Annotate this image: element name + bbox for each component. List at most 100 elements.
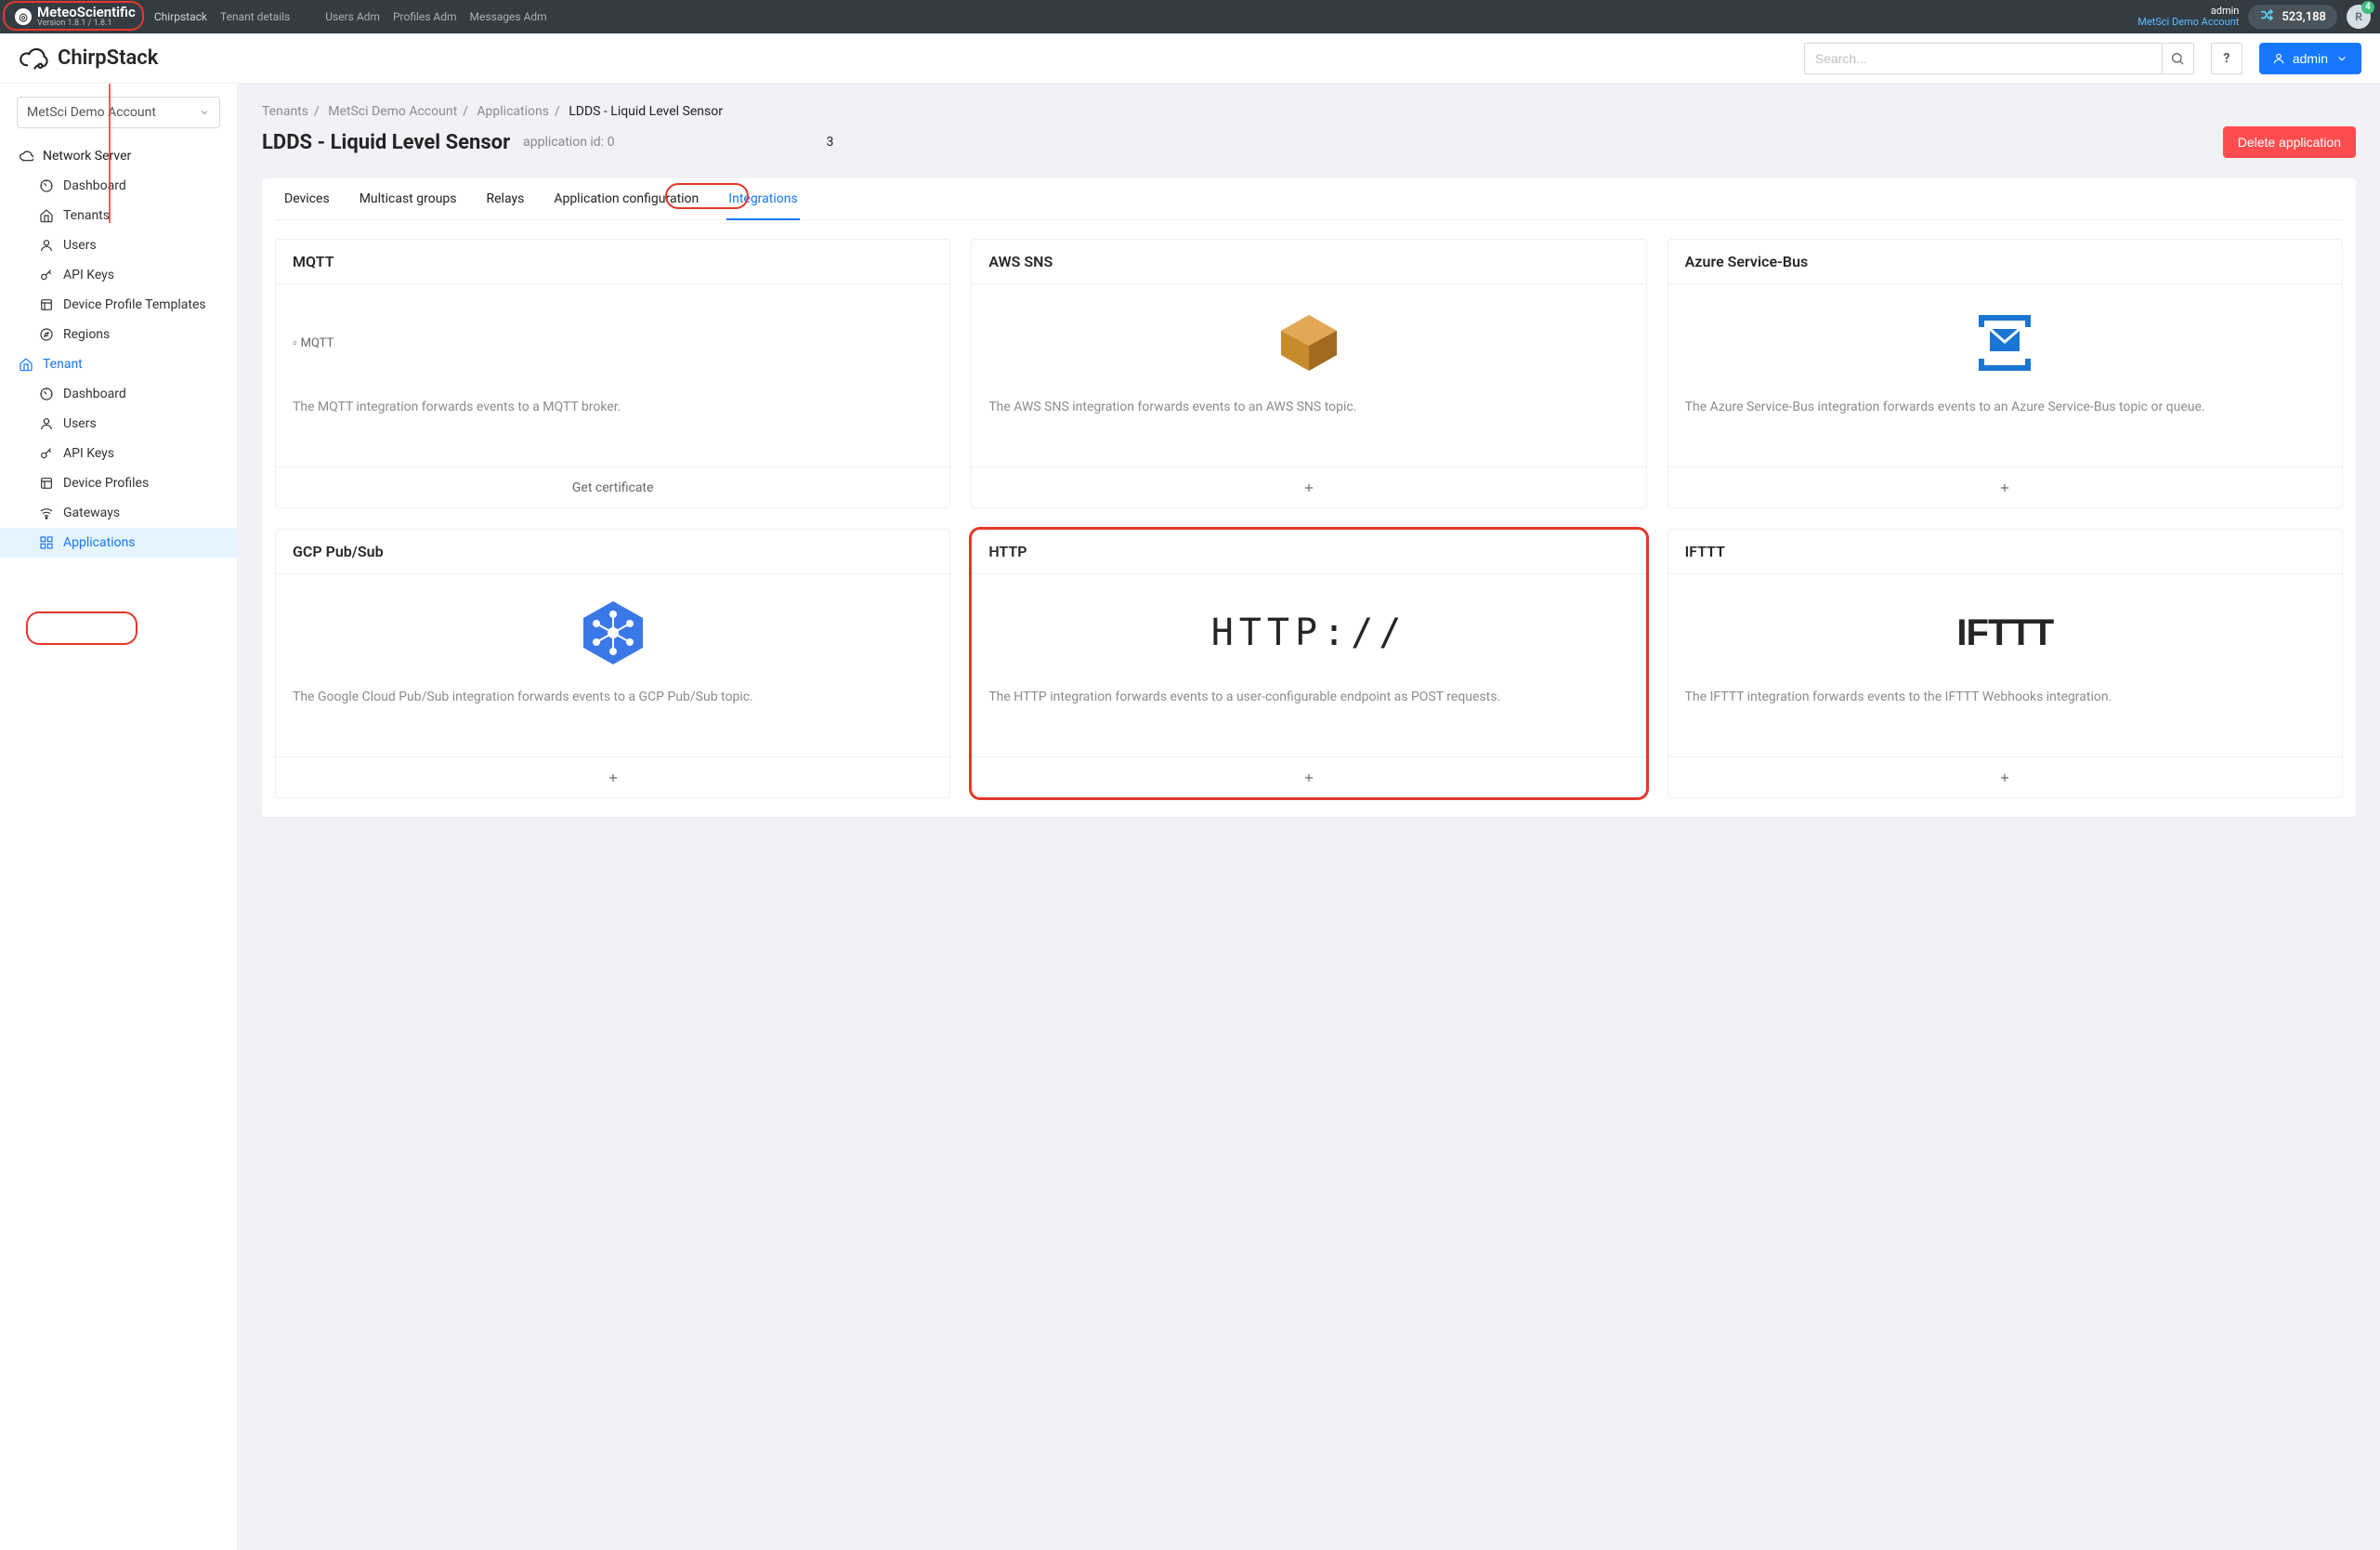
main-content: Tenants/ MetSci Demo Account/ Applicatio… bbox=[238, 84, 2380, 1550]
avatar[interactable]: R 4 bbox=[2347, 5, 2371, 29]
crumb-applications[interactable]: Applications bbox=[477, 104, 549, 119]
search-icon bbox=[2170, 51, 2185, 66]
card-description: The IFTTT integration forwards events to… bbox=[1685, 688, 2325, 707]
sidebar-item-label: Users bbox=[63, 238, 97, 253]
sidebar-item-applications[interactable]: Applications bbox=[0, 528, 237, 558]
sidebar-item-device-profile-templates[interactable]: Device Profile Templates bbox=[0, 290, 237, 320]
help-button[interactable]: ? bbox=[2211, 43, 2243, 74]
tab-relays[interactable]: Relays bbox=[485, 178, 527, 219]
dashboard-icon bbox=[39, 387, 54, 401]
nav-profiles-adm[interactable]: Profiles Adm bbox=[393, 10, 457, 23]
tenant-select-value: MetSci Demo Account bbox=[27, 105, 156, 120]
apps-icon bbox=[39, 535, 54, 550]
sidebar-group-tenant[interactable]: Tenant bbox=[0, 349, 237, 379]
brand-icon: ◎ bbox=[15, 8, 32, 25]
card-action-add[interactable] bbox=[1668, 466, 2342, 507]
sidebar-group-network-server[interactable]: Network Server bbox=[0, 141, 237, 171]
plus-icon bbox=[1302, 481, 1315, 494]
avatar-badge: 4 bbox=[2361, 1, 2374, 14]
plus-icon bbox=[607, 771, 620, 784]
nav-users-adm[interactable]: Users Adm bbox=[325, 10, 380, 23]
crumb-tenant[interactable]: MetSci Demo Account bbox=[328, 104, 457, 119]
balance-pill[interactable]: 523,188 bbox=[2248, 5, 2337, 29]
sidebar-group-label: Network Server bbox=[43, 149, 131, 164]
avatar-initial: R bbox=[2355, 10, 2362, 23]
card-description: The MQTT integration forwards events to … bbox=[293, 398, 933, 417]
chevron-down-icon bbox=[2335, 52, 2348, 65]
brand-chip[interactable]: ◎ MeteoScientific Version 1.8.1 / 1.8.1 bbox=[9, 4, 141, 30]
card-description: The HTTP integration forwards events to … bbox=[988, 688, 1628, 707]
http-icon: HTTP:// bbox=[988, 591, 1628, 675]
sidebar-item-users[interactable]: Users bbox=[0, 409, 237, 439]
card-action-get-certificate[interactable]: Get certificate bbox=[276, 466, 949, 507]
key-icon bbox=[39, 268, 54, 282]
sidebar-item-label: Gateways bbox=[63, 506, 120, 520]
sidebar-item-api-keys[interactable]: API Keys bbox=[0, 439, 237, 468]
search-button[interactable] bbox=[2162, 44, 2193, 73]
tab-multicast-groups[interactable]: Multicast groups bbox=[358, 178, 459, 219]
sidebar-item-dashboard[interactable]: Dashboard bbox=[0, 171, 237, 201]
card-title: MQTT bbox=[276, 240, 949, 284]
card-title: IFTTT bbox=[1668, 530, 2342, 574]
broken-image-icon: ▫MQTT bbox=[293, 301, 933, 385]
card-action-add[interactable] bbox=[276, 756, 949, 797]
azure-service-bus-icon bbox=[1685, 301, 2325, 385]
nav-tenant-details[interactable]: Tenant details bbox=[220, 10, 290, 23]
logo-text: ChirpStack bbox=[58, 46, 158, 70]
tabs: Devices Multicast groups Relays Applicat… bbox=[275, 178, 2343, 220]
crumb-tenants[interactable]: Tenants bbox=[262, 104, 308, 119]
sidebar-item-label: Dashboard bbox=[63, 387, 126, 401]
top-bar: ◎ MeteoScientific Version 1.8.1 / 1.8.1 … bbox=[0, 0, 2380, 33]
card-title: GCP Pub/Sub bbox=[276, 530, 949, 574]
tab-integrations[interactable]: Integrations bbox=[726, 178, 799, 219]
brand-version: Version 1.8.1 / 1.8.1 bbox=[37, 20, 136, 28]
card-action-add[interactable] bbox=[972, 466, 1645, 507]
panel: Devices Multicast groups Relays Applicat… bbox=[262, 178, 2356, 817]
sidebar-item-gateways[interactable]: Gateways bbox=[0, 498, 237, 528]
aws-sns-icon bbox=[988, 301, 1628, 385]
integration-card-azure-service-bus: Azure Service-Bus The Azure Service-Bus … bbox=[1667, 239, 2343, 508]
integration-card-gcp-pubsub: GCP Pub/Sub The Goo bbox=[275, 529, 950, 798]
sidebar-item-device-profiles[interactable]: Device Profiles bbox=[0, 468, 237, 498]
application-id: application id: 0 bbox=[523, 135, 614, 150]
account-info[interactable]: admin MetSci Demo Account bbox=[2138, 6, 2239, 28]
gcp-pubsub-icon bbox=[293, 591, 933, 675]
account-name: MetSci Demo Account bbox=[2138, 17, 2239, 28]
search-input[interactable] bbox=[1805, 51, 2162, 66]
card-title: Azure Service-Bus bbox=[1668, 240, 2342, 284]
sidebar-item-users[interactable]: Users bbox=[0, 230, 237, 260]
sidebar-item-label: API Keys bbox=[63, 446, 114, 461]
card-action-add[interactable] bbox=[972, 756, 1645, 797]
user-icon bbox=[2272, 52, 2285, 65]
sidebar-item-label: Applications bbox=[63, 535, 136, 550]
tab-devices[interactable]: Devices bbox=[282, 178, 332, 219]
integration-card-aws-sns: AWS SNS The AWS SNS integration forwards… bbox=[971, 239, 1646, 508]
page-title: LDDS - Liquid Level Sensor bbox=[262, 131, 510, 154]
sidebar-item-regions[interactable]: Regions bbox=[0, 320, 237, 349]
cloud-icon bbox=[19, 43, 50, 74]
delete-application-button[interactable]: Delete application bbox=[2223, 126, 2356, 158]
sidebar-item-dashboard[interactable]: Dashboard bbox=[0, 379, 237, 409]
nav-messages-adm[interactable]: Messages Adm bbox=[470, 10, 547, 23]
user-icon bbox=[39, 238, 54, 253]
card-description: The AWS SNS integration forwards events … bbox=[988, 398, 1628, 417]
dashboard-icon bbox=[39, 178, 54, 193]
compass-icon bbox=[39, 327, 54, 342]
highlight-applications bbox=[26, 611, 137, 645]
chirpstack-logo[interactable]: ChirpStack bbox=[19, 43, 158, 74]
tenant-select[interactable]: MetSci Demo Account bbox=[17, 97, 220, 128]
stray-char: 3 bbox=[826, 135, 833, 150]
crumb-current: LDDS - Liquid Level Sensor bbox=[569, 104, 723, 119]
chevron-down-icon bbox=[199, 107, 210, 118]
card-action-add[interactable] bbox=[1668, 756, 2342, 797]
sidebar-item-label: API Keys bbox=[63, 268, 114, 282]
help-icon: ? bbox=[2223, 51, 2230, 66]
shuffle-icon bbox=[2259, 7, 2274, 26]
sidebar-item-label: Regions bbox=[63, 327, 110, 342]
sidebar-item-api-keys[interactable]: API Keys bbox=[0, 260, 237, 290]
admin-menu-button[interactable]: admin bbox=[2259, 43, 2361, 74]
nav-chirpstack[interactable]: Chirpstack bbox=[154, 10, 207, 23]
sidebar-group-label: Tenant bbox=[43, 357, 83, 372]
tab-application-configuration[interactable]: Application configuration bbox=[552, 178, 700, 219]
sidebar-item-tenants[interactable]: Tenants bbox=[0, 201, 237, 230]
